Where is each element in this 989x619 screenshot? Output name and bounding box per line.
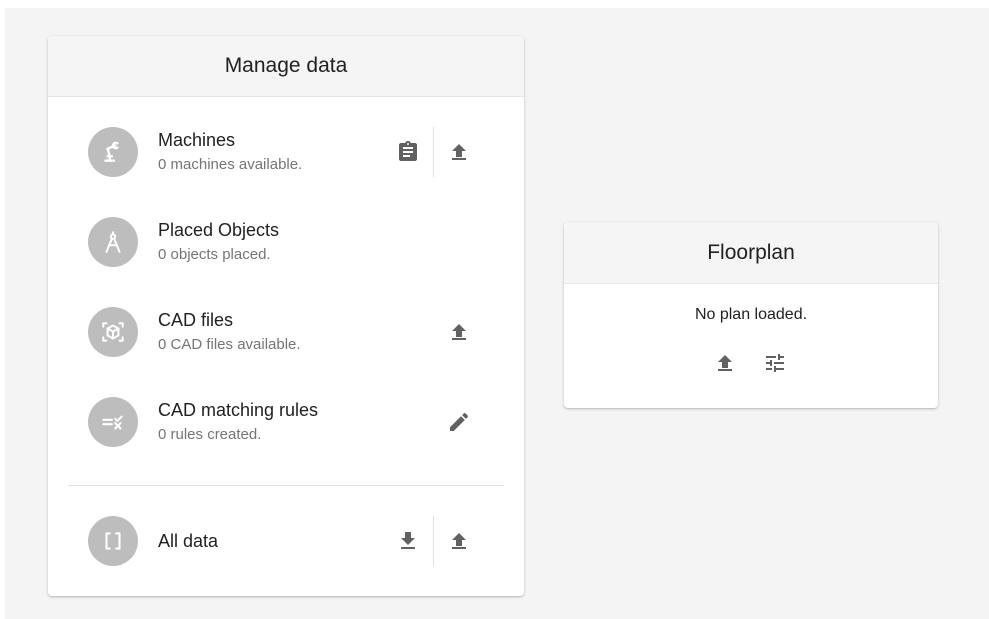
- clipboard-icon: [399, 141, 417, 161]
- all-data-download-button[interactable]: [390, 523, 426, 559]
- all-data-upload-button[interactable]: [441, 523, 477, 559]
- robot-arm-icon: [88, 127, 138, 177]
- compass-icon: [88, 217, 138, 267]
- placed-objects-text: Placed Objects 0 objects placed.: [158, 219, 279, 265]
- list-item-cad-rules: CAD matching rules 0 rules created.: [48, 377, 524, 467]
- machines-action-divider: [433, 127, 434, 177]
- list-item-machines: Machines 0 machines available.: [48, 107, 524, 197]
- floorplan-title: Floorplan: [564, 222, 938, 284]
- cad-rules-subtitle: 0 rules created.: [158, 426, 262, 443]
- upload-icon: [718, 355, 732, 371]
- machines-subtitle: 0 machines available.: [158, 156, 303, 173]
- all-data-title: All data: [158, 531, 219, 551]
- placed-objects-subtitle: 0 objects placed.: [158, 246, 271, 263]
- cad-files-upload-button[interactable]: [441, 314, 477, 350]
- cad-files-subtitle: 0 CAD files available.: [158, 336, 301, 353]
- machines-clipboard-button[interactable]: [390, 134, 426, 170]
- cad-files-title: CAD files: [158, 310, 234, 330]
- rules-check-icon: [88, 397, 138, 447]
- brackets-icon: [88, 516, 138, 566]
- floorplan-status: No plan loaded.: [694, 306, 808, 323]
- machines-upload-button[interactable]: [441, 134, 477, 170]
- cad-rules-text: CAD matching rules 0 rules created.: [158, 399, 318, 445]
- pencil-icon: [450, 412, 469, 431]
- list-item-placed-objects: Placed Objects 0 objects placed.: [48, 197, 524, 287]
- all-data-action-divider: [433, 516, 434, 566]
- machines-title: Machines: [158, 130, 236, 150]
- cube-scan-icon: [88, 307, 138, 357]
- manage-data-card: Manage data Machines 0 machines availabl…: [48, 36, 524, 596]
- list-item-all-data: All data: [48, 496, 524, 586]
- cad-files-text: CAD files 0 CAD files available.: [158, 309, 301, 355]
- cad-rules-edit-button[interactable]: [441, 404, 477, 440]
- tune-icon: [766, 354, 784, 372]
- floorplan-body: No plan loaded.: [564, 284, 938, 408]
- list-item-cad-files: CAD files 0 CAD files available.: [48, 287, 524, 377]
- floorplan-card: Floorplan No plan loaded.: [564, 222, 938, 408]
- floorplan-upload-button[interactable]: [707, 345, 743, 381]
- upload-icon: [452, 533, 466, 549]
- manage-data-title: Manage data: [48, 36, 524, 97]
- download-icon: [401, 532, 415, 549]
- cad-rules-title: CAD matching rules: [158, 400, 319, 420]
- floorplan-settings-button[interactable]: [757, 345, 793, 381]
- placed-objects-title: Placed Objects: [158, 220, 280, 240]
- machines-text: Machines 0 machines available.: [158, 129, 302, 175]
- upload-icon: [452, 144, 466, 160]
- all-data-text: All data: [158, 530, 218, 552]
- list-divider: [68, 485, 504, 486]
- upload-icon: [452, 324, 466, 340]
